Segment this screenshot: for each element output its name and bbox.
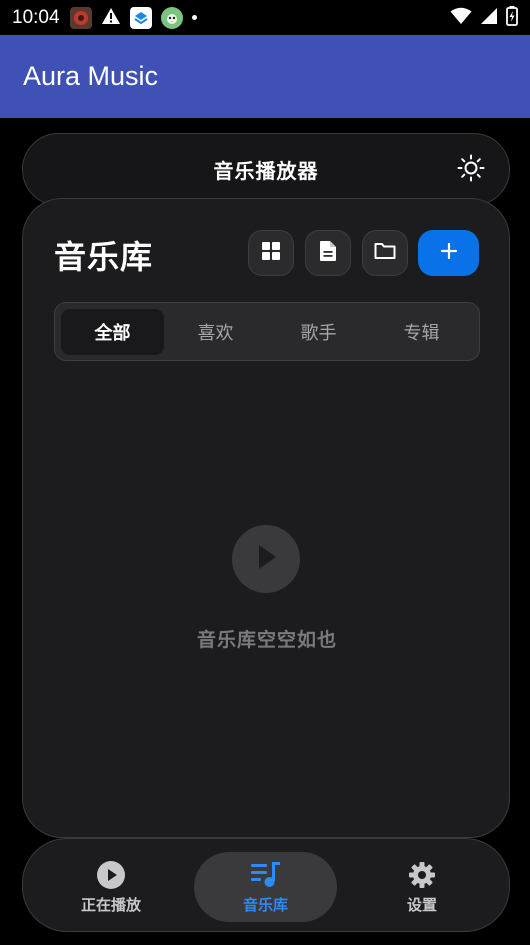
empty-state-text: 音乐库空空如也 bbox=[196, 629, 337, 651]
library-tabs: 全部 喜欢 歌手 专辑 bbox=[54, 302, 480, 361]
nav-label: 音乐库 bbox=[242, 895, 288, 914]
nav-now-playing[interactable]: 正在播放 bbox=[55, 852, 167, 922]
nav-label: 正在播放 bbox=[80, 895, 141, 914]
warning-icon bbox=[101, 7, 121, 29]
play-icon bbox=[253, 542, 279, 576]
library-title: 音乐库 bbox=[54, 238, 154, 276]
page-title: 音乐播放器 bbox=[213, 159, 319, 183]
folder-icon bbox=[374, 242, 396, 264]
layers-app-icon bbox=[129, 6, 152, 29]
app-bar: Aura Music bbox=[0, 35, 530, 118]
bird-app-icon bbox=[160, 6, 183, 29]
tab-all[interactable]: 全部 bbox=[61, 308, 164, 355]
gear-icon bbox=[408, 860, 436, 890]
grid-view-button[interactable] bbox=[248, 230, 294, 276]
music-queue-icon bbox=[250, 860, 282, 890]
library-panel: 音乐库 全部 喜欢 歌手 专辑 音乐库空空如也 bbox=[22, 198, 510, 838]
nav-label: 设置 bbox=[406, 895, 437, 914]
play-circle-icon bbox=[96, 860, 126, 890]
battery-icon bbox=[506, 5, 518, 30]
theme-toggle-button[interactable] bbox=[457, 154, 485, 186]
wifi-icon bbox=[450, 7, 472, 29]
folder-button[interactable] bbox=[362, 230, 408, 276]
document-icon bbox=[319, 240, 337, 266]
bottom-nav: 正在播放 音乐库 设置 bbox=[22, 838, 510, 932]
app-title: Aura Music bbox=[23, 61, 159, 91]
signal-icon bbox=[480, 7, 498, 29]
empty-state-icon bbox=[232, 525, 300, 593]
app-notification-icon bbox=[69, 6, 92, 29]
add-music-button[interactable] bbox=[418, 230, 479, 276]
status-time: 10:04 bbox=[12, 6, 60, 28]
tab-albums[interactable]: 专辑 bbox=[370, 309, 473, 355]
sun-icon bbox=[457, 154, 485, 186]
tab-artists[interactable]: 歌手 bbox=[267, 309, 370, 355]
player-header: 音乐播放器 bbox=[22, 133, 510, 206]
document-button[interactable] bbox=[305, 230, 351, 276]
nav-settings[interactable]: 设置 bbox=[373, 852, 471, 922]
tab-favorites[interactable]: 喜欢 bbox=[164, 309, 267, 355]
grid-icon bbox=[261, 241, 281, 265]
notification-dot-icon bbox=[191, 15, 197, 20]
status-bar: 10:04 bbox=[0, 0, 530, 35]
nav-library[interactable]: 音乐库 bbox=[194, 852, 337, 922]
plus-icon bbox=[440, 242, 458, 264]
